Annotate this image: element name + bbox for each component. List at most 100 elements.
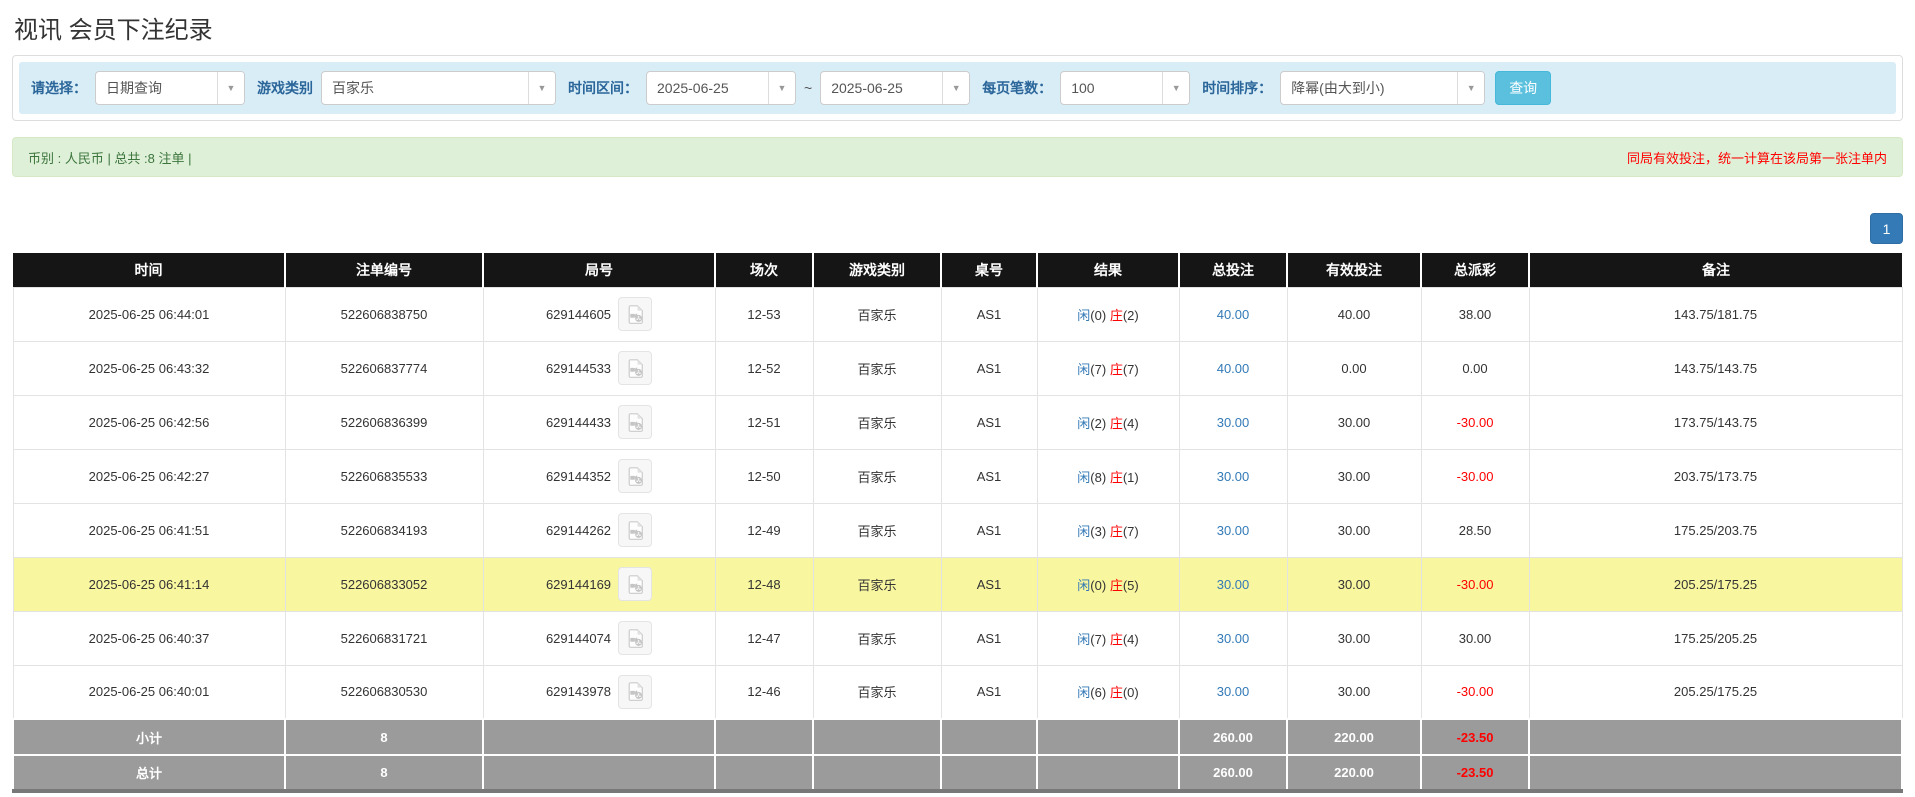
- total-bet-link[interactable]: 30.00: [1217, 631, 1250, 646]
- chevron-down-icon: ▼: [768, 72, 795, 104]
- video-record-button[interactable]: [618, 513, 652, 547]
- total-bet-link[interactable]: 30.00: [1217, 523, 1250, 538]
- table-row: 2025-06-25 06:42:56522606836399629144433…: [13, 395, 1902, 449]
- footer-empty-cell: [941, 719, 1037, 755]
- player-result-count: (8): [1090, 470, 1106, 485]
- banker-result-label: 庄: [1110, 524, 1123, 539]
- round-wrap: 629144533: [546, 351, 652, 385]
- banker-result-count: (1): [1123, 470, 1139, 485]
- cell-time: 2025-06-25 06:41:51: [13, 503, 285, 557]
- date-from-value: 2025-06-25: [647, 80, 768, 96]
- filter-toolbar: 请选择： 日期查询 ▼ 游戏类别 百家乐 ▼ 时间区间： 2025-06-25 …: [19, 62, 1896, 114]
- video-record-button[interactable]: [618, 567, 652, 601]
- cell-bet-id: 522606838750: [285, 287, 483, 341]
- banker-result-count: (7): [1123, 524, 1139, 539]
- player-result-label: 闲: [1077, 308, 1090, 323]
- cell-session: 12-47: [715, 611, 813, 665]
- footer-empty-cell: [715, 719, 813, 755]
- date-to-select[interactable]: 2025-06-25 ▼: [820, 71, 970, 105]
- sort-label: 时间排序：: [1202, 78, 1272, 98]
- cell-game-type: 百家乐: [813, 449, 941, 503]
- cell-table-no: AS1: [941, 557, 1037, 611]
- column-header: 总投注: [1179, 253, 1287, 287]
- player-result-count: (0): [1090, 578, 1106, 593]
- column-header: 总派彩: [1421, 253, 1529, 287]
- total-bet-link[interactable]: 30.00: [1217, 415, 1250, 430]
- footer-empty-cell: [483, 719, 715, 755]
- round-id: 629144352: [546, 469, 611, 484]
- sort-select[interactable]: 降幂(由大到小) ▼: [1280, 71, 1485, 105]
- footer-total-bet: 260.00: [1179, 755, 1287, 791]
- footer-empty-cell: [941, 755, 1037, 791]
- cell-round: 629144262: [483, 503, 715, 557]
- round-wrap: 629144433: [546, 405, 652, 439]
- cell-note: 205.25/175.25: [1529, 557, 1902, 611]
- cell-total-bet: 40.00: [1179, 341, 1287, 395]
- table-row: 2025-06-25 06:43:32522606837774629144533…: [13, 341, 1902, 395]
- cell-result: 闲(6) 庄(0): [1037, 665, 1179, 719]
- game-type-select[interactable]: 百家乐 ▼: [321, 71, 556, 105]
- video-record-button[interactable]: [618, 297, 652, 331]
- cell-game-type: 百家乐: [813, 341, 941, 395]
- cell-total-bet: 40.00: [1179, 287, 1287, 341]
- cell-bet-id: 522606833052: [285, 557, 483, 611]
- player-result-count: (0): [1090, 308, 1106, 323]
- cell-time: 2025-06-25 06:43:32: [13, 341, 285, 395]
- column-header: 备注: [1529, 253, 1902, 287]
- video-file-icon: [627, 305, 644, 324]
- cell-note: 173.75/143.75: [1529, 395, 1902, 449]
- sort-value: 降幂(由大到小): [1281, 78, 1457, 98]
- table-row: 2025-06-25 06:40:37522606831721629144074…: [13, 611, 1902, 665]
- range-separator: ~: [804, 80, 812, 96]
- video-record-button[interactable]: [618, 621, 652, 655]
- round-wrap: 629144352: [546, 459, 652, 493]
- search-button[interactable]: 查询: [1495, 71, 1551, 105]
- video-record-button[interactable]: [618, 459, 652, 493]
- query-type-select[interactable]: 日期查询 ▼: [95, 71, 245, 105]
- banker-result-count: (2): [1123, 308, 1139, 323]
- footer-empty-cell: [1529, 755, 1902, 791]
- banker-result-label: 庄: [1110, 308, 1123, 323]
- cell-time: 2025-06-25 06:44:01: [13, 287, 285, 341]
- chevron-down-icon: ▼: [942, 72, 969, 104]
- page-button-1[interactable]: 1: [1870, 213, 1903, 244]
- total-bet-link[interactable]: 40.00: [1217, 307, 1250, 322]
- per-page-select[interactable]: 100 ▼: [1060, 71, 1190, 105]
- footer-count: 8: [285, 755, 483, 791]
- round-wrap: 629143978: [546, 675, 652, 709]
- table-row: 2025-06-25 06:40:01522606830530629143978…: [13, 665, 1902, 719]
- player-result-count: (7): [1090, 632, 1106, 647]
- cell-game-type: 百家乐: [813, 395, 941, 449]
- cell-round: 629143978: [483, 665, 715, 719]
- video-record-button[interactable]: [618, 351, 652, 385]
- total-bet-link[interactable]: 30.00: [1217, 469, 1250, 484]
- player-result-label: 闲: [1077, 685, 1090, 700]
- cell-total-bet: 30.00: [1179, 611, 1287, 665]
- summary-bar: 币别 : 人民币 | 总共 :8 注单 | 同局有效投注，统一计算在该局第一张注…: [12, 137, 1903, 177]
- cell-valid-bet: 30.00: [1287, 665, 1421, 719]
- cell-table-no: AS1: [941, 287, 1037, 341]
- date-from-select[interactable]: 2025-06-25 ▼: [646, 71, 796, 105]
- round-id: 629144533: [546, 361, 611, 376]
- table-header-row: 时间注单编号局号场次游戏类别桌号结果总投注有效投注总派彩备注: [13, 253, 1902, 287]
- page: 视讯 会员下注纪录 请选择： 日期查询 ▼ 游戏类别 百家乐 ▼ 时间区间： 2…: [0, 0, 1915, 793]
- total-bet-link[interactable]: 40.00: [1217, 361, 1250, 376]
- player-result-count: (7): [1090, 362, 1106, 377]
- total-bet-link[interactable]: 30.00: [1217, 577, 1250, 592]
- cell-round: 629144433: [483, 395, 715, 449]
- cell-game-type: 百家乐: [813, 503, 941, 557]
- per-page-value: 100: [1061, 80, 1162, 96]
- date-range-label: 时间区间：: [568, 78, 638, 98]
- cell-round: 629144605: [483, 287, 715, 341]
- total-bet-link[interactable]: 30.00: [1217, 684, 1250, 699]
- banker-result-count: (5): [1123, 578, 1139, 593]
- cell-session: 12-46: [715, 665, 813, 719]
- grand-total-row: 总计8260.00220.00-23.50: [13, 755, 1902, 791]
- video-record-button[interactable]: [618, 675, 652, 709]
- cell-result: 闲(2) 庄(4): [1037, 395, 1179, 449]
- player-result-label: 闲: [1077, 416, 1090, 431]
- footer-payout: -23.50: [1421, 719, 1529, 755]
- cell-table-no: AS1: [941, 611, 1037, 665]
- video-record-button[interactable]: [618, 405, 652, 439]
- banker-result-count: (4): [1123, 632, 1139, 647]
